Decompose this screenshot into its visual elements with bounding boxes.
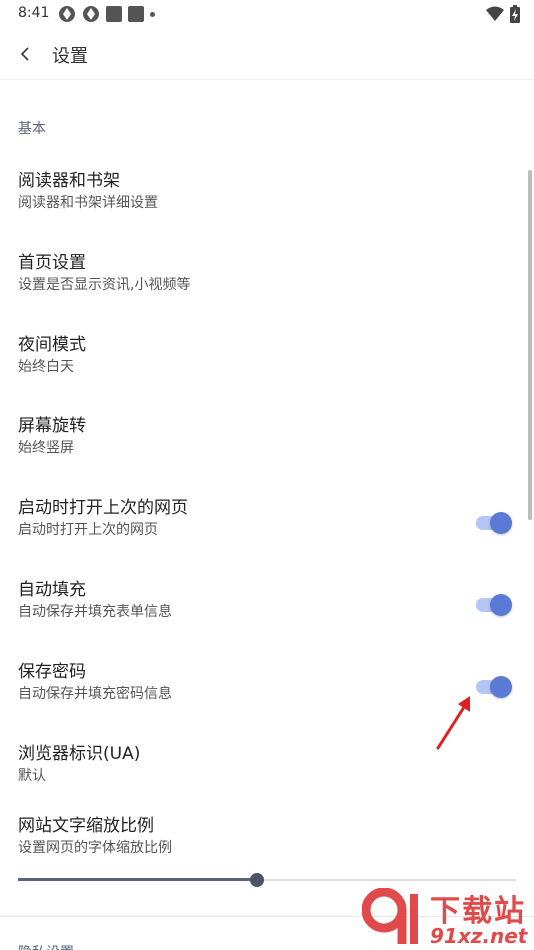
setting-title: 首页设置 [18,253,86,273]
wifi-icon [486,6,504,21]
chevron-left-icon[interactable] [14,42,38,66]
battery-charging-icon [510,5,520,23]
setting-title: 启动时打开上次的网页 [18,498,188,518]
setting-subtitle: 始终竖屏 [18,440,74,456]
setting-title: 夜间模式 [18,335,86,355]
setting-autofill[interactable]: 自动填充 自动保存并填充表单信息 [0,571,534,649]
setting-title: 保存密码 [18,662,86,682]
app-bar: 设置 [0,28,534,80]
setting-title: 阅读器和书架 [18,171,120,191]
setting-subtitle: 设置网页的字体缩放比例 [18,840,172,856]
slider-fill [18,878,257,881]
setting-subtitle: 始终白天 [18,359,74,375]
setting-title: 网站文字缩放比例 [18,816,154,836]
app-notification-icon [59,6,75,22]
annotation-arrow-icon [436,696,470,750]
section-header-basic: 基本 [18,121,46,137]
setting-title: 浏览器标识(UA) [18,744,141,764]
system-icons [486,5,520,23]
scrollbar[interactable] [528,170,532,520]
page-title: 设置 [52,46,88,67]
setting-night-mode[interactable]: 夜间模式 始终白天 [0,326,534,404]
restore-last-page-toggle[interactable] [474,511,514,535]
setting-reader-bookshelf[interactable]: 阅读器和书架 阅读器和书架详细设置 [0,162,534,240]
save-password-toggle[interactable] [474,675,514,699]
setting-subtitle: 启动时打开上次的网页 [18,522,158,538]
status-time: 8:41 [18,5,50,21]
setting-subtitle: 默认 [18,768,46,784]
toggle-thumb [490,676,512,698]
setting-subtitle: 自动保存并填充表单信息 [18,604,172,620]
toggle-thumb [490,512,512,534]
slider-knob[interactable] [250,873,264,887]
section-header-privacy: 隐私设置 [18,942,74,950]
square-notification-icon [106,6,122,22]
setting-restore-last-page[interactable]: 启动时打开上次的网页 启动时打开上次的网页 [0,489,534,567]
settings-list: 基本 阅读器和书架 阅读器和书架详细设置 首页设置 设置是否显示资讯,小视频等 … [0,80,534,950]
more-dot-icon [150,11,155,17]
setting-homepage[interactable]: 首页设置 设置是否显示资讯,小视频等 [0,244,534,322]
notification-icons [58,5,155,23]
toggle-thumb [490,594,512,616]
setting-subtitle: 自动保存并填充密码信息 [18,686,172,702]
setting-title: 自动填充 [18,580,86,600]
watermark-logo-icon [362,888,418,944]
setting-title: 屏幕旋转 [18,416,86,436]
autofill-toggle[interactable] [474,593,514,617]
setting-screen-rotation[interactable]: 屏幕旋转 始终竖屏 [0,407,534,485]
watermark-text-bottom: 91xz.net [430,924,528,948]
square-notification-icon [128,6,144,22]
setting-subtitle: 设置是否显示资讯,小视频等 [18,277,191,293]
watermark: 下载站 91xz.net [362,884,534,950]
app-notification-icon [83,6,99,22]
status-bar: 8:41 [0,0,534,28]
setting-subtitle: 阅读器和书架详细设置 [18,195,158,211]
